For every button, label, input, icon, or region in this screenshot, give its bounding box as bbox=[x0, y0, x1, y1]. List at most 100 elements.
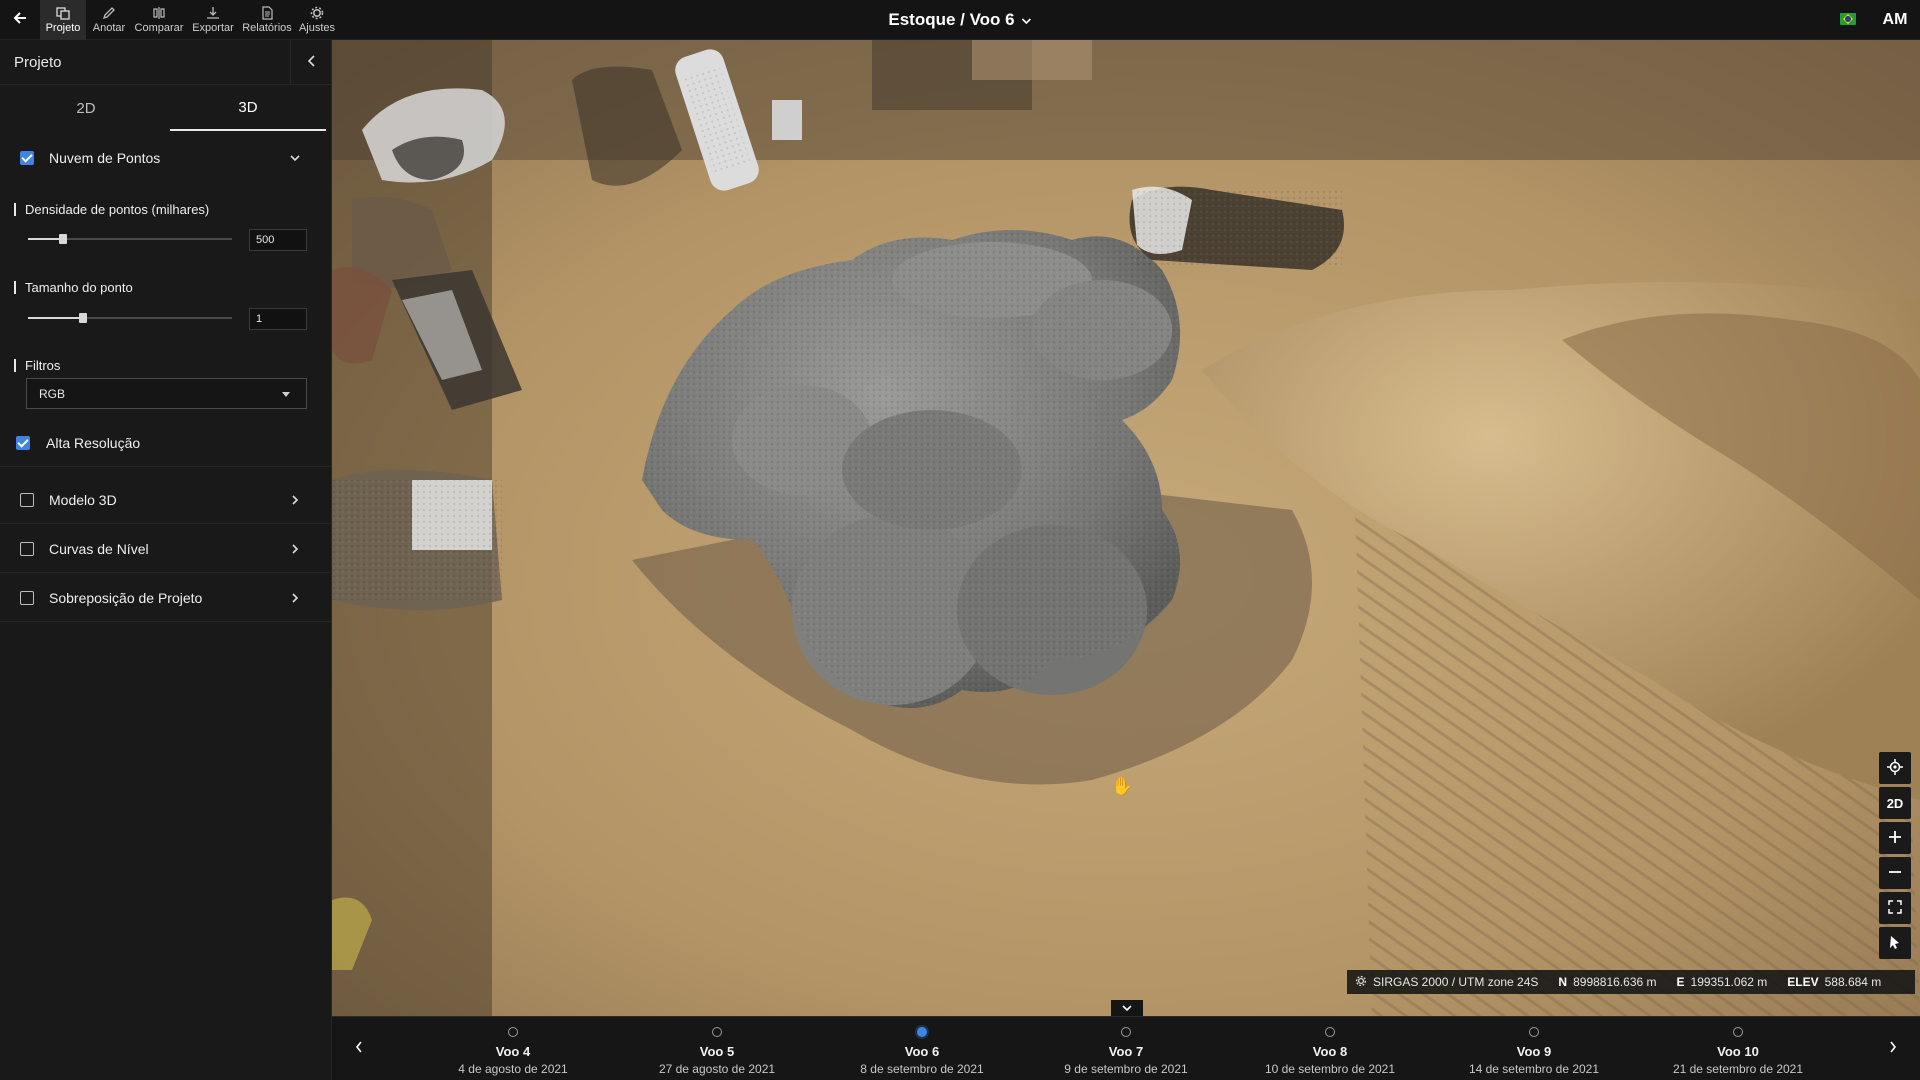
layer-sobreposicao[interactable]: Sobreposição de Projeto bbox=[0, 574, 332, 622]
tool-anotar-label: Anotar bbox=[92, 22, 126, 34]
project-sidebar: Projeto 2D 3D Nuvem de Pontos Densidade … bbox=[0, 40, 332, 1080]
sobreposicao-checkbox[interactable] bbox=[20, 590, 34, 605]
toggle-2d-button[interactable]: 2D bbox=[1879, 787, 1911, 819]
chevron-down-icon[interactable] bbox=[288, 151, 302, 165]
timeline-toggle[interactable] bbox=[1111, 1000, 1143, 1016]
chevron-left-icon bbox=[355, 1040, 363, 1058]
timeline-flight[interactable]: Voo 8 10 de setembro de 2021 bbox=[1240, 1027, 1420, 1076]
high-res-checkbox[interactable] bbox=[16, 435, 30, 450]
flight-name: Voo 8 bbox=[1312, 1044, 1348, 1059]
flight-name: Voo 9 bbox=[1516, 1044, 1552, 1059]
point-size-slider[interactable] bbox=[28, 310, 232, 326]
caret-down-icon bbox=[282, 392, 290, 397]
map-controls: 2D bbox=[1879, 752, 1911, 959]
machine-texture bbox=[1132, 190, 1342, 265]
density-input[interactable] bbox=[249, 229, 307, 251]
elevation-label: ELEV bbox=[1787, 975, 1819, 989]
slider-thumb[interactable] bbox=[79, 313, 88, 323]
chevron-left-icon bbox=[307, 54, 317, 72]
gear-icon bbox=[309, 6, 325, 20]
point-cloud-checkbox[interactable] bbox=[20, 151, 34, 165]
top-toolbar: Projeto Anotar Comparar Exportar Relatór… bbox=[0, 0, 1920, 40]
point-size-input[interactable] bbox=[249, 308, 307, 330]
timeline-flight[interactable]: Voo 6 8 de setembro de 2021 bbox=[832, 1027, 1012, 1076]
point-cloud-label: Nuvem de Pontos bbox=[49, 150, 161, 166]
chevron-down-icon bbox=[1022, 10, 1032, 30]
modelo-3d-checkbox[interactable] bbox=[20, 492, 34, 507]
flight-dot bbox=[1733, 1027, 1743, 1037]
slider-thumb[interactable] bbox=[58, 234, 67, 244]
coordinate-readout: SIRGAS 2000 / UTM zone 24S N 8998816.636 … bbox=[1347, 970, 1915, 994]
northing-readout: N 8998816.636 m bbox=[1558, 975, 1656, 989]
timeline-next-button[interactable] bbox=[1883, 1039, 1903, 1059]
tool-relatorios-label: Relatórios bbox=[242, 22, 292, 34]
flight-dot bbox=[1529, 1027, 1539, 1037]
hand-cursor-icon: ✋ bbox=[1111, 776, 1134, 796]
layer-modelo-3d[interactable]: Modelo 3D bbox=[0, 476, 332, 524]
slider-fill bbox=[28, 317, 84, 319]
pointer-button[interactable] bbox=[1879, 927, 1911, 959]
back-button[interactable] bbox=[6, 6, 34, 34]
chevron-right-icon[interactable] bbox=[288, 542, 302, 556]
layer-point-cloud[interactable]: Nuvem de Pontos bbox=[0, 134, 332, 182]
chevron-right-icon[interactable] bbox=[288, 493, 302, 507]
compare-icon bbox=[151, 6, 167, 20]
fullscreen-button[interactable] bbox=[1879, 892, 1911, 924]
tool-anotar[interactable]: Anotar bbox=[86, 0, 132, 40]
tool-comparar[interactable]: Comparar bbox=[132, 0, 186, 40]
collapse-sidebar-button[interactable] bbox=[290, 40, 332, 85]
zoom-out-button[interactable] bbox=[1879, 857, 1911, 889]
point-cloud-scene bbox=[332, 40, 1920, 1016]
pointer-icon bbox=[1889, 935, 1901, 952]
tool-group: Projeto Anotar Comparar Exportar Relatór… bbox=[40, 0, 340, 40]
flight-timeline: Voo 4 4 de agosto de 2021 Voo 5 27 de ag… bbox=[332, 1016, 1920, 1080]
flight-dot bbox=[508, 1027, 518, 1037]
timeline-flight[interactable]: Voo 5 27 de agosto de 2021 bbox=[627, 1027, 807, 1076]
density-label: Densidade de pontos (milhares) bbox=[14, 203, 209, 216]
loader-texture bbox=[332, 480, 502, 600]
tool-ajustes[interactable]: Ajustes bbox=[294, 0, 340, 40]
timeline-prev-button[interactable] bbox=[349, 1039, 369, 1059]
avatar[interactable]: AM bbox=[1878, 6, 1912, 34]
flight-name: Voo 6 bbox=[904, 1044, 940, 1059]
brazil-flag-icon[interactable] bbox=[1840, 13, 1856, 25]
crs-label[interactable]: SIRGAS 2000 / UTM zone 24S bbox=[1355, 975, 1538, 990]
flight-name: Voo 7 bbox=[1108, 1044, 1144, 1059]
tool-relatorios[interactable]: Relatórios bbox=[240, 0, 294, 40]
flight-name: Voo 5 bbox=[699, 1044, 735, 1059]
timeline-flight[interactable]: Voo 9 14 de setembro de 2021 bbox=[1444, 1027, 1624, 1076]
page-title: Estoque / Voo 6 bbox=[888, 10, 1015, 29]
flight-title-dropdown[interactable]: Estoque / Voo 6 bbox=[888, 0, 1032, 40]
chevron-down-icon bbox=[1122, 999, 1132, 1017]
view-tabs: 2D 3D bbox=[0, 86, 332, 131]
layer-curvas-de-nivel[interactable]: Curvas de Nível bbox=[0, 525, 332, 573]
timeline-flight[interactable]: Voo 4 4 de agosto de 2021 bbox=[423, 1027, 603, 1076]
project-icon bbox=[55, 6, 71, 20]
tool-exportar[interactable]: Exportar bbox=[186, 0, 240, 40]
flight-dot bbox=[712, 1027, 722, 1037]
point-cloud-viewport[interactable]: ✋ 2D SIRGAS 2000 / UTM zone 24S N 8998816… bbox=[332, 40, 1920, 1016]
sidebar-header: Projeto bbox=[0, 40, 332, 85]
vehicle bbox=[772, 100, 802, 140]
flight-date: 21 de setembro de 2021 bbox=[1672, 1062, 1804, 1076]
chevron-right-icon[interactable] bbox=[288, 591, 302, 605]
high-res-row[interactable]: Alta Resolução bbox=[0, 419, 332, 467]
flight-date: 27 de agosto de 2021 bbox=[658, 1062, 776, 1076]
zoom-in-button[interactable] bbox=[1879, 822, 1911, 854]
timeline-flight[interactable]: Voo 10 21 de setembro de 2021 bbox=[1648, 1027, 1828, 1076]
filters-select-value: RGB bbox=[39, 386, 66, 401]
zoom-in-icon bbox=[1888, 830, 1902, 847]
filters-select[interactable]: RGB bbox=[26, 378, 307, 409]
flight-dot bbox=[1325, 1027, 1335, 1037]
flight-date: 14 de setembro de 2021 bbox=[1468, 1062, 1600, 1076]
tool-exportar-label: Exportar bbox=[192, 22, 234, 34]
density-slider[interactable] bbox=[28, 231, 232, 247]
tab-2d[interactable]: 2D bbox=[8, 86, 164, 131]
tool-projeto-label: Projeto bbox=[45, 22, 81, 34]
timeline-flight[interactable]: Voo 7 9 de setembro de 2021 bbox=[1036, 1027, 1216, 1076]
easting-value: 199351.062 m bbox=[1690, 975, 1768, 989]
curvas-checkbox[interactable] bbox=[20, 541, 34, 556]
locate-button[interactable] bbox=[1879, 752, 1911, 784]
tab-3d[interactable]: 3D bbox=[170, 86, 326, 131]
tool-projeto[interactable]: Projeto bbox=[40, 0, 86, 40]
